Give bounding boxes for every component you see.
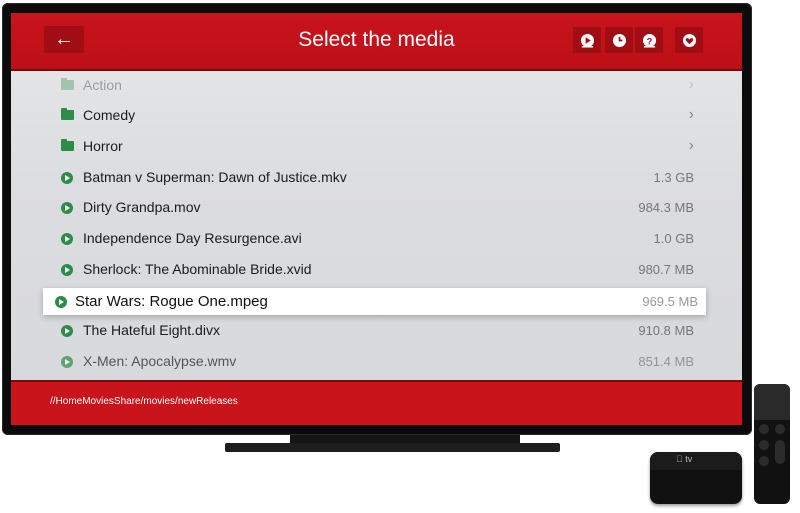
svg-text:?: ? (646, 36, 652, 46)
list-item-file[interactable]: Dirty Grandpa.mov 984.3 MB (11, 193, 742, 223)
play-icon (61, 172, 73, 184)
item-size: 969.5 MB (642, 294, 698, 309)
list-item-file[interactable]: Independence Day Resurgence.avi 1.0 GB (11, 224, 742, 254)
item-size: 980.7 MB (638, 262, 694, 277)
play-icon (55, 296, 67, 308)
item-size: 984.3 MB (638, 200, 694, 215)
play-button[interactable] (573, 27, 601, 53)
clock-icon (612, 33, 626, 47)
recent-button[interactable] (605, 27, 633, 53)
remote-mic-button (759, 440, 769, 450)
favorites-button[interactable] (675, 27, 703, 53)
apple-tv-logo:  tv (676, 454, 692, 464)
play-circle-icon (580, 33, 594, 48)
chevron-right-icon: › (688, 106, 694, 123)
app-screen: ← Select the media ? Action › Comedy › H… (11, 13, 742, 425)
folder-icon (61, 78, 74, 90)
item-name: Horror (83, 138, 123, 154)
header-bar: ← Select the media ? (11, 13, 742, 71)
list-item-folder[interactable]: Horror › (11, 132, 742, 162)
item-name: Sherlock: The Abominable Bride.xvid (83, 261, 312, 277)
list-item-file[interactable]: X-Men: Apocalypse.wmv 851.4 MB (11, 347, 742, 377)
item-size: 851.4 MB (638, 354, 694, 369)
play-icon (61, 356, 73, 368)
play-icon (61, 325, 73, 337)
item-name: Batman v Superman: Dawn of Justice.mkv (83, 169, 347, 185)
folder-icon (61, 108, 74, 120)
list-item-folder[interactable]: Action › (11, 71, 742, 101)
item-name: X-Men: Apocalypse.wmv (83, 353, 237, 369)
item-name: Dirty Grandpa.mov (83, 199, 201, 215)
item-size: 1.3 GB (653, 170, 694, 185)
heart-icon (682, 33, 696, 47)
remote-tv-button (775, 424, 785, 434)
remote-menu-button (759, 424, 769, 434)
play-icon (61, 202, 73, 214)
tv-stand-base (225, 443, 560, 452)
item-name: Independence Day Resurgence.avi (83, 230, 302, 246)
list-item-file[interactable]: The Hateful Eight.divx 910.8 MB (11, 316, 742, 346)
tv-frame: ← Select the media ? Action › Comedy › H… (2, 3, 752, 435)
apple-tv-top (650, 452, 742, 470)
item-size: 1.0 GB (653, 231, 694, 246)
item-size: 910.8 MB (638, 323, 694, 338)
remote-play-button (759, 456, 769, 466)
folder-icon (61, 139, 74, 151)
help-button[interactable]: ? (635, 27, 663, 53)
help-icon: ? (642, 33, 656, 48)
remote-volume-button (775, 440, 785, 464)
item-name: Comedy (83, 107, 136, 123)
list-item-folder[interactable]: Comedy › (11, 101, 742, 131)
play-icon (61, 233, 73, 245)
apple-tv-logo-text: tv (685, 454, 692, 464)
item-name: Star Wars: Rogue One.mpeg (75, 293, 268, 310)
chevron-right-icon: › (688, 137, 694, 154)
list-item-file[interactable]: Sherlock: The Abominable Bride.xvid 980.… (11, 255, 742, 285)
chevron-right-icon: › (688, 76, 694, 93)
item-name: Action (83, 77, 122, 93)
list-item-selected[interactable]: Star Wars: Rogue One.mpeg 969.5 MB (43, 288, 706, 315)
remote-touchpad (754, 384, 790, 420)
play-icon (61, 264, 73, 276)
current-path: //HomeMoviesShare/movies/newReleases (50, 396, 238, 407)
item-name: The Hateful Eight.divx (83, 322, 220, 338)
list-item-file[interactable]: Batman v Superman: Dawn of Justice.mkv 1… (11, 163, 742, 193)
footer-bar: //HomeMoviesShare/movies/newReleases (11, 380, 742, 425)
